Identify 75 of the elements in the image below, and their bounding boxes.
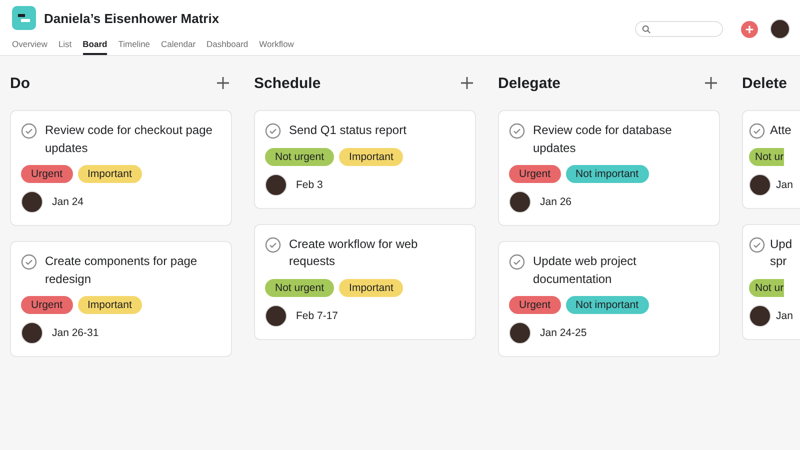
due-date: Jan 24 (52, 196, 84, 208)
priority-tag: Urgent (21, 296, 73, 314)
task-title: Create workflow for web requests (289, 236, 419, 270)
view-tab[interactable]: Overview (12, 39, 48, 55)
check-circle-icon[interactable] (509, 123, 525, 139)
project-logo-icon (12, 6, 36, 30)
task-title: Upd spr (770, 236, 794, 270)
check-circle-icon[interactable] (21, 254, 37, 270)
task-card[interactable]: Update web project documentation Urgent Not important Jan 24-25 (498, 241, 720, 357)
project-title: Daniela’s Eisenhower Matrix (44, 10, 220, 26)
check-circle-icon[interactable] (265, 123, 281, 139)
search-field[interactable] (635, 21, 723, 37)
priority-tag: Not important (566, 296, 649, 314)
check-circle-icon[interactable] (749, 123, 765, 139)
assignee-avatar (749, 304, 771, 326)
due-date: Jan 24-25 (540, 327, 587, 339)
user-avatar[interactable] (770, 19, 790, 39)
task-title: Send Q1 status report (289, 122, 406, 139)
assignee-avatar (749, 174, 771, 196)
add-button[interactable] (741, 20, 758, 38)
view-tab[interactable]: Calendar (161, 39, 196, 55)
check-circle-icon[interactable] (21, 123, 37, 139)
priority-tag: Important (339, 278, 404, 296)
due-date: Jan (776, 178, 793, 190)
priority-tag: Not important (566, 165, 649, 183)
view-tab[interactable]: List (58, 39, 72, 55)
column-title: Delete (742, 74, 788, 92)
check-circle-icon[interactable] (265, 236, 281, 252)
priority-tag: Not urgent (265, 148, 334, 166)
add-task-button[interactable] (216, 76, 230, 90)
task-title: Review code for checkout page updates (45, 122, 214, 156)
task-title: Create components for page redesign (45, 253, 198, 288)
priority-tag: Not urgent (265, 278, 334, 296)
view-tab[interactable]: Dashboard (206, 39, 248, 55)
view-tab[interactable]: Board (82, 39, 108, 55)
assignee-avatar (265, 174, 287, 196)
column-title: Delegate (498, 74, 561, 92)
add-task-button[interactable] (460, 76, 474, 90)
due-date: Jan (776, 310, 793, 322)
view-tab[interactable]: Timeline (118, 39, 150, 55)
column-title: Do (10, 74, 30, 92)
task-title: Review code for database updates (533, 122, 673, 156)
assignee-avatar (265, 304, 287, 326)
task-card[interactable]: Review code for checkout page updates Urgent Important Jan 24 (10, 110, 232, 226)
priority-tag: Important (78, 165, 142, 183)
check-circle-icon[interactable] (749, 236, 765, 252)
priority-tag: Not ur (749, 278, 784, 296)
due-date: Feb 7-17 (296, 310, 338, 322)
due-date: Jan 26 (540, 196, 572, 208)
task-title: Update web project documentation (533, 253, 638, 288)
priority-tag: Urgent (21, 165, 73, 183)
task-card[interactable]: Send Q1 status report Not urgent Important Feb 3 (254, 110, 476, 208)
plus-icon (745, 24, 754, 34)
task-card[interactable]: Review code for database updates Urgent Not important Jan 26 (498, 110, 720, 226)
priority-tag: Important (339, 148, 404, 166)
due-date: Feb 3 (296, 178, 323, 190)
priority-tag: Urgent (509, 165, 561, 183)
due-date: Jan 26-31 (52, 327, 99, 339)
task-card[interactable]: Atte Not ur Jan (742, 110, 800, 208)
column-title: Schedule (254, 74, 321, 92)
add-task-button[interactable] (704, 76, 718, 90)
assignee-avatar (21, 191, 43, 213)
priority-tag: Not ur (749, 148, 784, 166)
assignee-avatar (509, 322, 531, 344)
task-title: Atte (770, 122, 792, 139)
task-card[interactable]: Create workflow for web requests Not urgent Important Feb 7-17 (254, 224, 476, 340)
task-card[interactable]: Upd spr Not ur Jan (742, 224, 800, 340)
priority-tag: Urgent (509, 296, 561, 314)
check-circle-icon[interactable] (509, 254, 525, 270)
assignee-avatar (509, 191, 531, 213)
search-icon (642, 24, 651, 34)
priority-tag: Important (78, 296, 142, 314)
view-tab[interactable]: Workflow (259, 39, 294, 55)
task-card[interactable]: Create components for page redesign Urgent Important Jan 26-31 (10, 241, 232, 357)
assignee-avatar (21, 322, 43, 344)
